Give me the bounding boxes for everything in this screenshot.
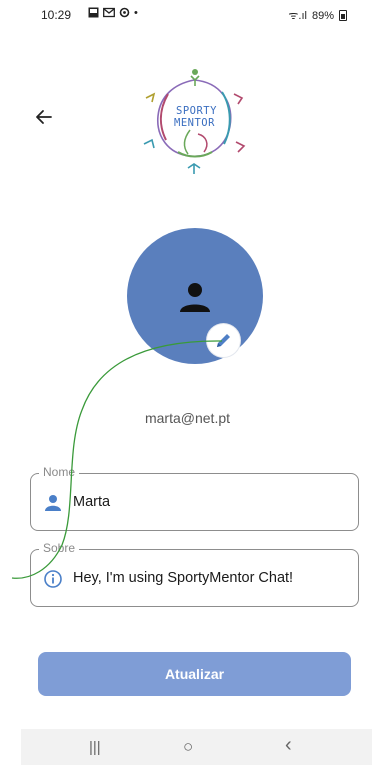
recents-button[interactable]: |||	[89, 739, 101, 756]
name-field-value: Marta	[73, 494, 111, 510]
user-email: marta@net.pt	[144, 410, 231, 426]
app-logo: SPORTY MENTOR	[143, 69, 246, 174]
profile-avatar	[127, 228, 263, 364]
person-icon	[45, 495, 61, 511]
mail-icon	[103, 7, 115, 18]
person-icon	[180, 283, 210, 312]
about-field[interactable]: Sobre Hey, I'm using SportyMentor Chat!	[30, 541, 359, 607]
back-button[interactable]	[34, 107, 58, 131]
logo-line2: MENTOR	[174, 117, 215, 129]
notification-icons: •	[88, 7, 138, 19]
update-button[interactable]: Atualizar	[38, 652, 351, 696]
signal-icon: ᯤ.ıl	[288, 10, 307, 22]
system-nav-bar: ||| ○ ‹	[21, 729, 372, 765]
logo-line1: SPORTY	[176, 105, 217, 117]
name-field[interactable]: Nome Marta	[30, 465, 359, 531]
name-field-label: Nome	[39, 465, 80, 479]
system-indicators: ᯤ.ıl 89%	[288, 8, 347, 23]
settings-icon	[119, 7, 130, 18]
battery-icon	[339, 10, 347, 21]
info-icon	[44, 570, 62, 588]
edit-photo-button[interactable]	[207, 324, 240, 357]
nav-back-button[interactable]: ‹	[285, 734, 292, 757]
status-bar: 10:29 • ᯤ.ıl 89%	[0, 0, 375, 30]
arrow-left-icon	[36, 110, 52, 124]
notification-dot: •	[134, 7, 138, 19]
about-field-value: Hey, I'm using SportyMentor Chat!	[73, 570, 294, 586]
status-time: 10:29	[41, 8, 72, 22]
battery-text: 89%	[311, 9, 334, 22]
about-field-label: Sobre	[39, 541, 80, 555]
pencil-icon	[217, 334, 230, 347]
home-button[interactable]: ○	[183, 737, 193, 757]
image-icon	[88, 7, 99, 18]
